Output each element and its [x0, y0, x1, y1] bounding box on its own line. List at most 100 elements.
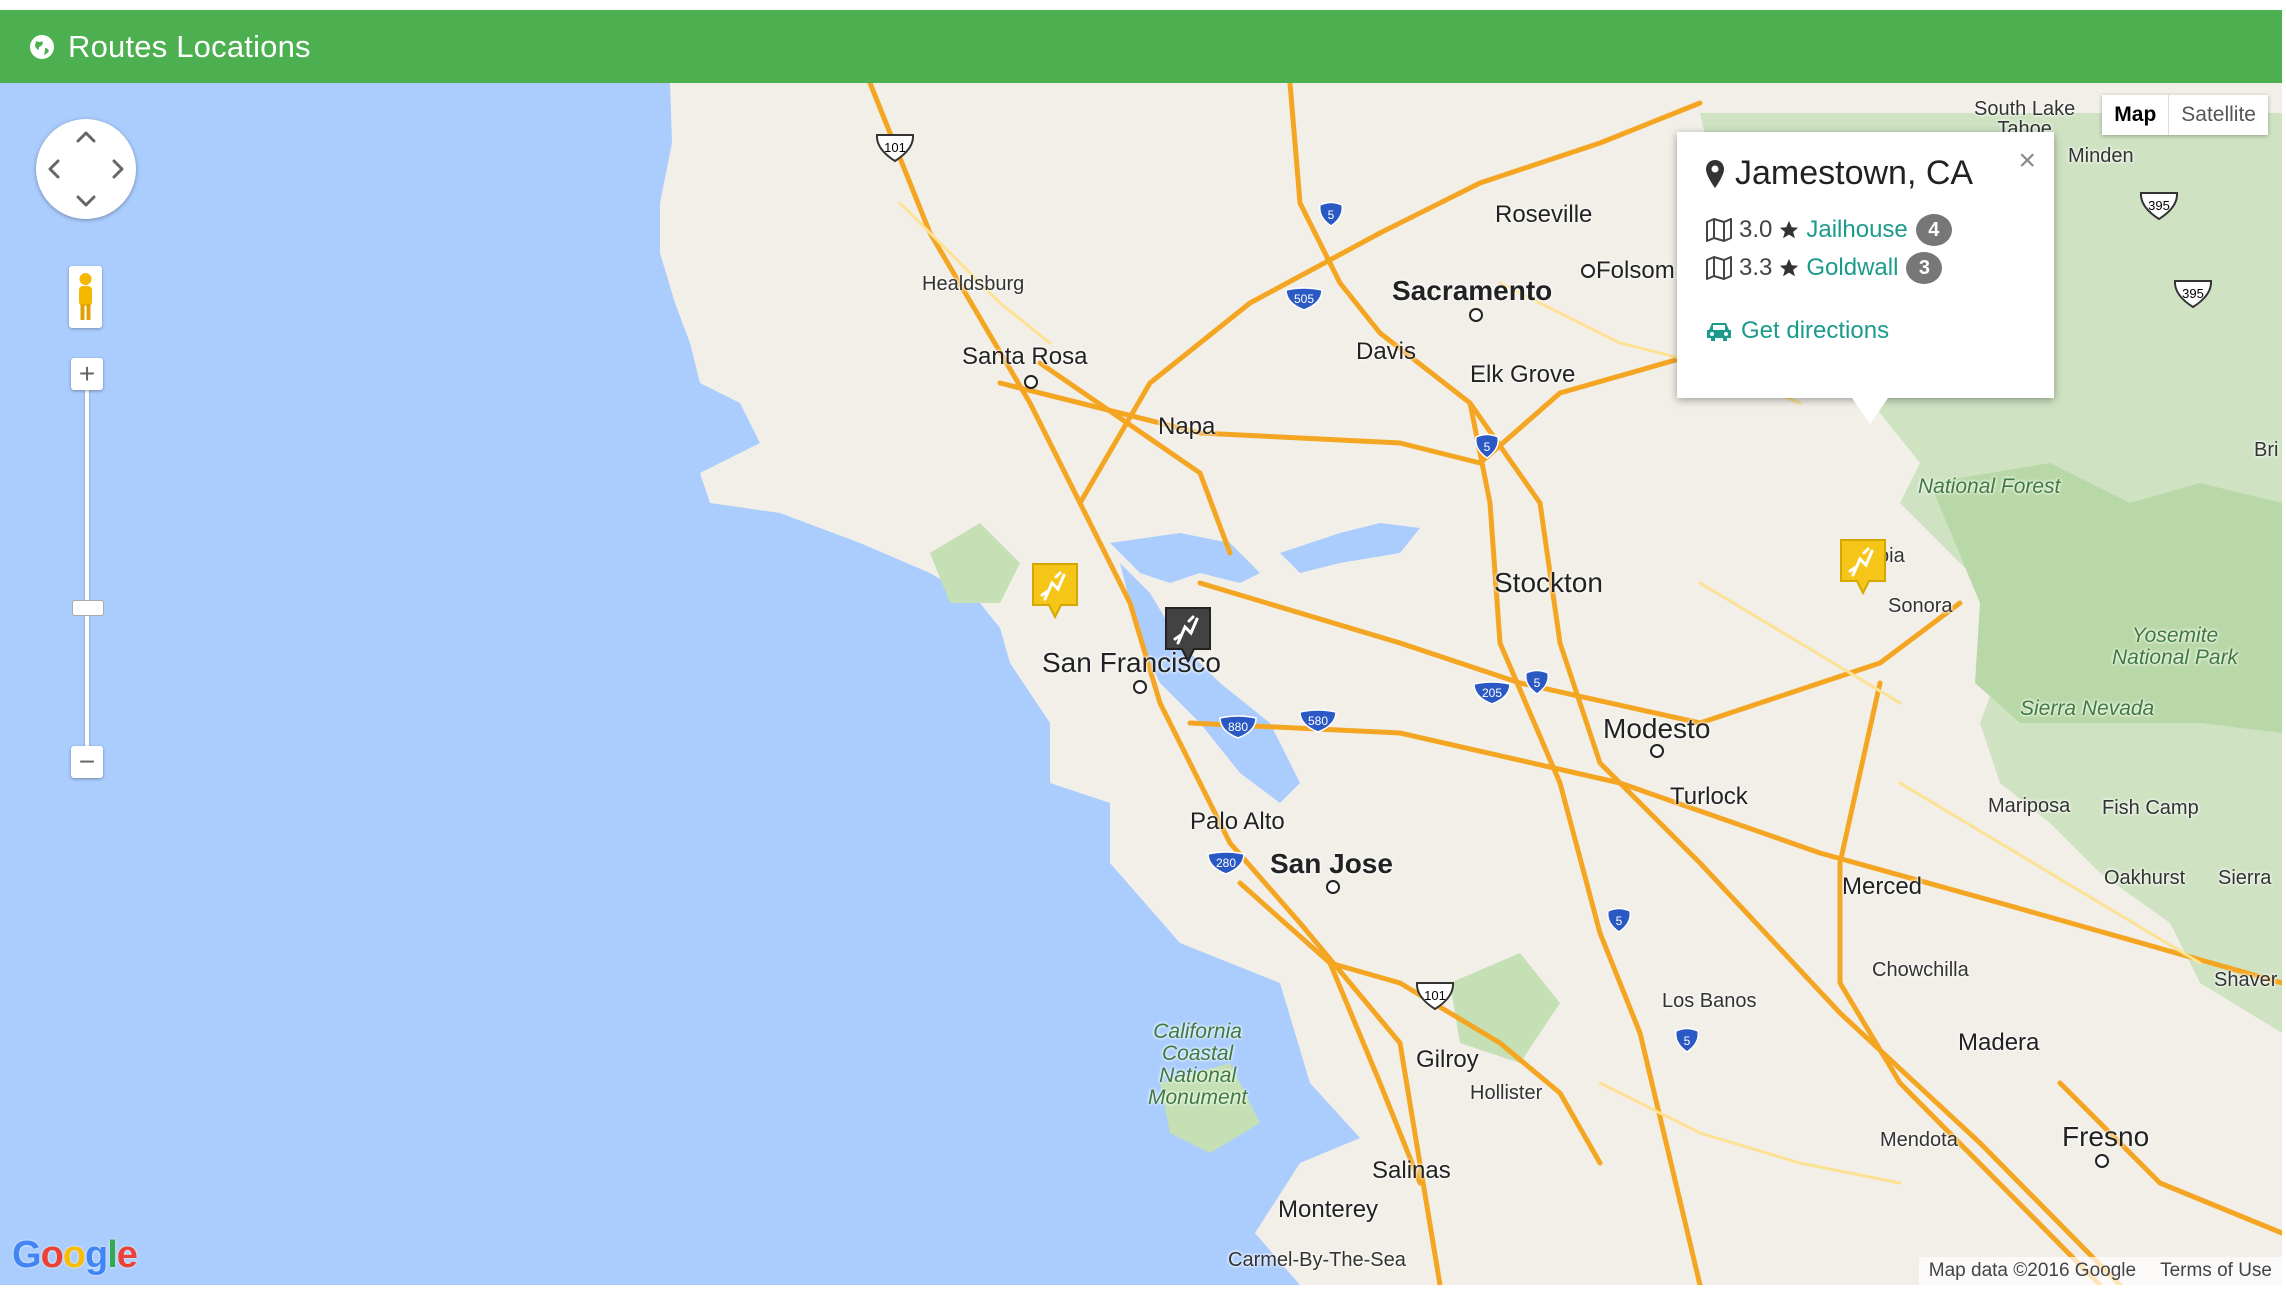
interstate-shield-icon: 5 [1474, 433, 1500, 459]
terms-of-use-link[interactable]: Terms of Use [2160, 1260, 2272, 1282]
climbing-marker-icon[interactable] [1838, 537, 1888, 595]
city-label: San Jose [1270, 848, 1393, 879]
map-type-control: Map Satellite [2102, 95, 2268, 135]
climbing-marker-selected-icon[interactable] [1163, 605, 1213, 663]
interstate-shield-icon: 580 [1299, 709, 1337, 733]
city-label: Monterey [1278, 1196, 1379, 1223]
info-window: × Jamestown, CA 3.0 Jailhouse 4 3.3 Gold… [1677, 132, 2054, 424]
city-dot [2095, 1154, 2109, 1168]
city-label: Napa [1158, 413, 1216, 440]
city-dot [1133, 680, 1147, 694]
svg-text:395: 395 [2148, 198, 2170, 213]
city-label: Davis [1356, 338, 1417, 365]
city-label: Roseville [1495, 201, 1593, 228]
svg-text:5: 5 [1684, 1034, 1691, 1048]
city-label: Sierra [2218, 867, 2272, 889]
city-label: Mariposa [1988, 795, 2071, 817]
route-link-goldwall[interactable]: Goldwall [1806, 254, 1898, 282]
svg-text:101: 101 [884, 140, 906, 155]
star-icon [1780, 258, 1799, 277]
location-name: Jamestown, CA [1735, 154, 1974, 192]
svg-text:280: 280 [1216, 856, 1236, 870]
climbing-marker-icon[interactable] [1030, 561, 1080, 619]
city-label: Palo Alto [1190, 808, 1285, 835]
city-label: Merced [1842, 873, 1923, 900]
park-label: California Coastal National Monument [1148, 1020, 1248, 1109]
city-label: Turlock [1670, 783, 1748, 810]
interstate-shield-icon: 280 [1207, 851, 1245, 875]
pan-control[interactable] [36, 119, 136, 219]
svg-text:880: 880 [1228, 720, 1248, 734]
zoom-slider-track[interactable] [85, 375, 89, 761]
city-label: Salinas [1372, 1157, 1451, 1184]
city-label: Hollister [1470, 1082, 1543, 1104]
city-label: Healdsburg [922, 273, 1025, 295]
pan-arrows-icon [48, 131, 124, 207]
route-row: 3.0 Jailhouse 4 [1705, 211, 2026, 249]
route-rating: 3.3 [1739, 254, 1773, 281]
interstate-shield-icon: 5 [1524, 669, 1550, 695]
city-label: Fish Camp [2102, 797, 2199, 819]
svg-text:205: 205 [1482, 686, 1502, 700]
city-label: Los Banos [1662, 990, 1757, 1012]
city-label: Shaver [2214, 969, 2278, 991]
globe-icon [30, 34, 54, 59]
city-label: Modesto [1603, 713, 1711, 744]
park-label: National Forest [1918, 475, 2061, 498]
city-label: Fresno [2062, 1121, 2150, 1152]
city-label: Santa Rosa [962, 343, 1088, 370]
us-highway-shield-icon: 395 [2173, 280, 2213, 309]
route-link-jailhouse[interactable]: Jailhouse [1806, 216, 1907, 244]
city-label: Carmel-By-The-Sea [1228, 1249, 1406, 1271]
svg-text:580: 580 [1308, 714, 1328, 728]
map-type-map-button[interactable]: Map [2102, 95, 2169, 135]
park-label: Yosemite National Park [2112, 624, 2239, 669]
map-pin-icon [1706, 159, 1724, 188]
get-directions-link[interactable]: Get directions [1705, 317, 2026, 345]
app-header: Routes Locations [0, 10, 2282, 83]
city-label: Bri [2254, 439, 2279, 461]
interstate-shield-icon: 5 [1318, 201, 1344, 227]
svg-text:5: 5 [1328, 208, 1335, 222]
interstate-shield-icon: 5 [1674, 1027, 1700, 1053]
svg-text:5: 5 [1534, 676, 1541, 690]
star-icon [1780, 220, 1799, 239]
route-rating: 3.0 [1739, 216, 1773, 243]
get-directions-label: Get directions [1741, 317, 1890, 344]
svg-text:101: 101 [1424, 988, 1446, 1003]
info-location: Jamestown, CA [1705, 154, 2026, 193]
interstate-shield-icon: 5 [1606, 907, 1632, 933]
svg-text:5: 5 [1616, 914, 1623, 928]
interstate-shield-icon: 880 [1219, 715, 1257, 739]
route-count-badge: 3 [1906, 252, 1943, 284]
city-label: Elk Grove [1470, 361, 1576, 388]
route-count-badge: 4 [1915, 214, 1952, 246]
us-highway-shield-icon: 395 [2139, 192, 2179, 221]
city-label: Oakhurst [2104, 867, 2186, 889]
zoom-out-button[interactable]: − [71, 746, 103, 778]
google-logo: Google [12, 1234, 138, 1276]
zoom-in-button[interactable]: + [71, 358, 103, 390]
city-label: Minden [2068, 145, 2134, 167]
zoom-slider-thumb[interactable] [72, 600, 104, 616]
svg-text:505: 505 [1294, 292, 1314, 306]
park-label: Sierra Nevada [2020, 697, 2155, 720]
map-outline-icon [1706, 256, 1732, 280]
city-label: Gilroy [1416, 1046, 1479, 1073]
city-label: Madera [1958, 1029, 2040, 1056]
car-icon [1707, 323, 1731, 341]
city-label: Chowchilla [1872, 959, 1969, 981]
us-highway-shield-icon: 101 [875, 134, 915, 163]
map-attribution: Map data ©2016 Google Terms of Use [1918, 1257, 2282, 1285]
city-label: Sacramento [1392, 275, 1553, 306]
city-dot [1469, 308, 1483, 322]
city-dot [1326, 880, 1340, 894]
map-type-satellite-button[interactable]: Satellite [2168, 95, 2268, 135]
city-label: Sonora [1888, 595, 1953, 617]
street-view-pegman-icon[interactable] [69, 266, 102, 328]
city-label: Folsom [1596, 257, 1675, 284]
city-dot [1024, 375, 1038, 389]
close-icon[interactable]: × [2018, 144, 2036, 178]
city-dot [1650, 744, 1664, 758]
city-label: Stockton [1494, 567, 1603, 598]
